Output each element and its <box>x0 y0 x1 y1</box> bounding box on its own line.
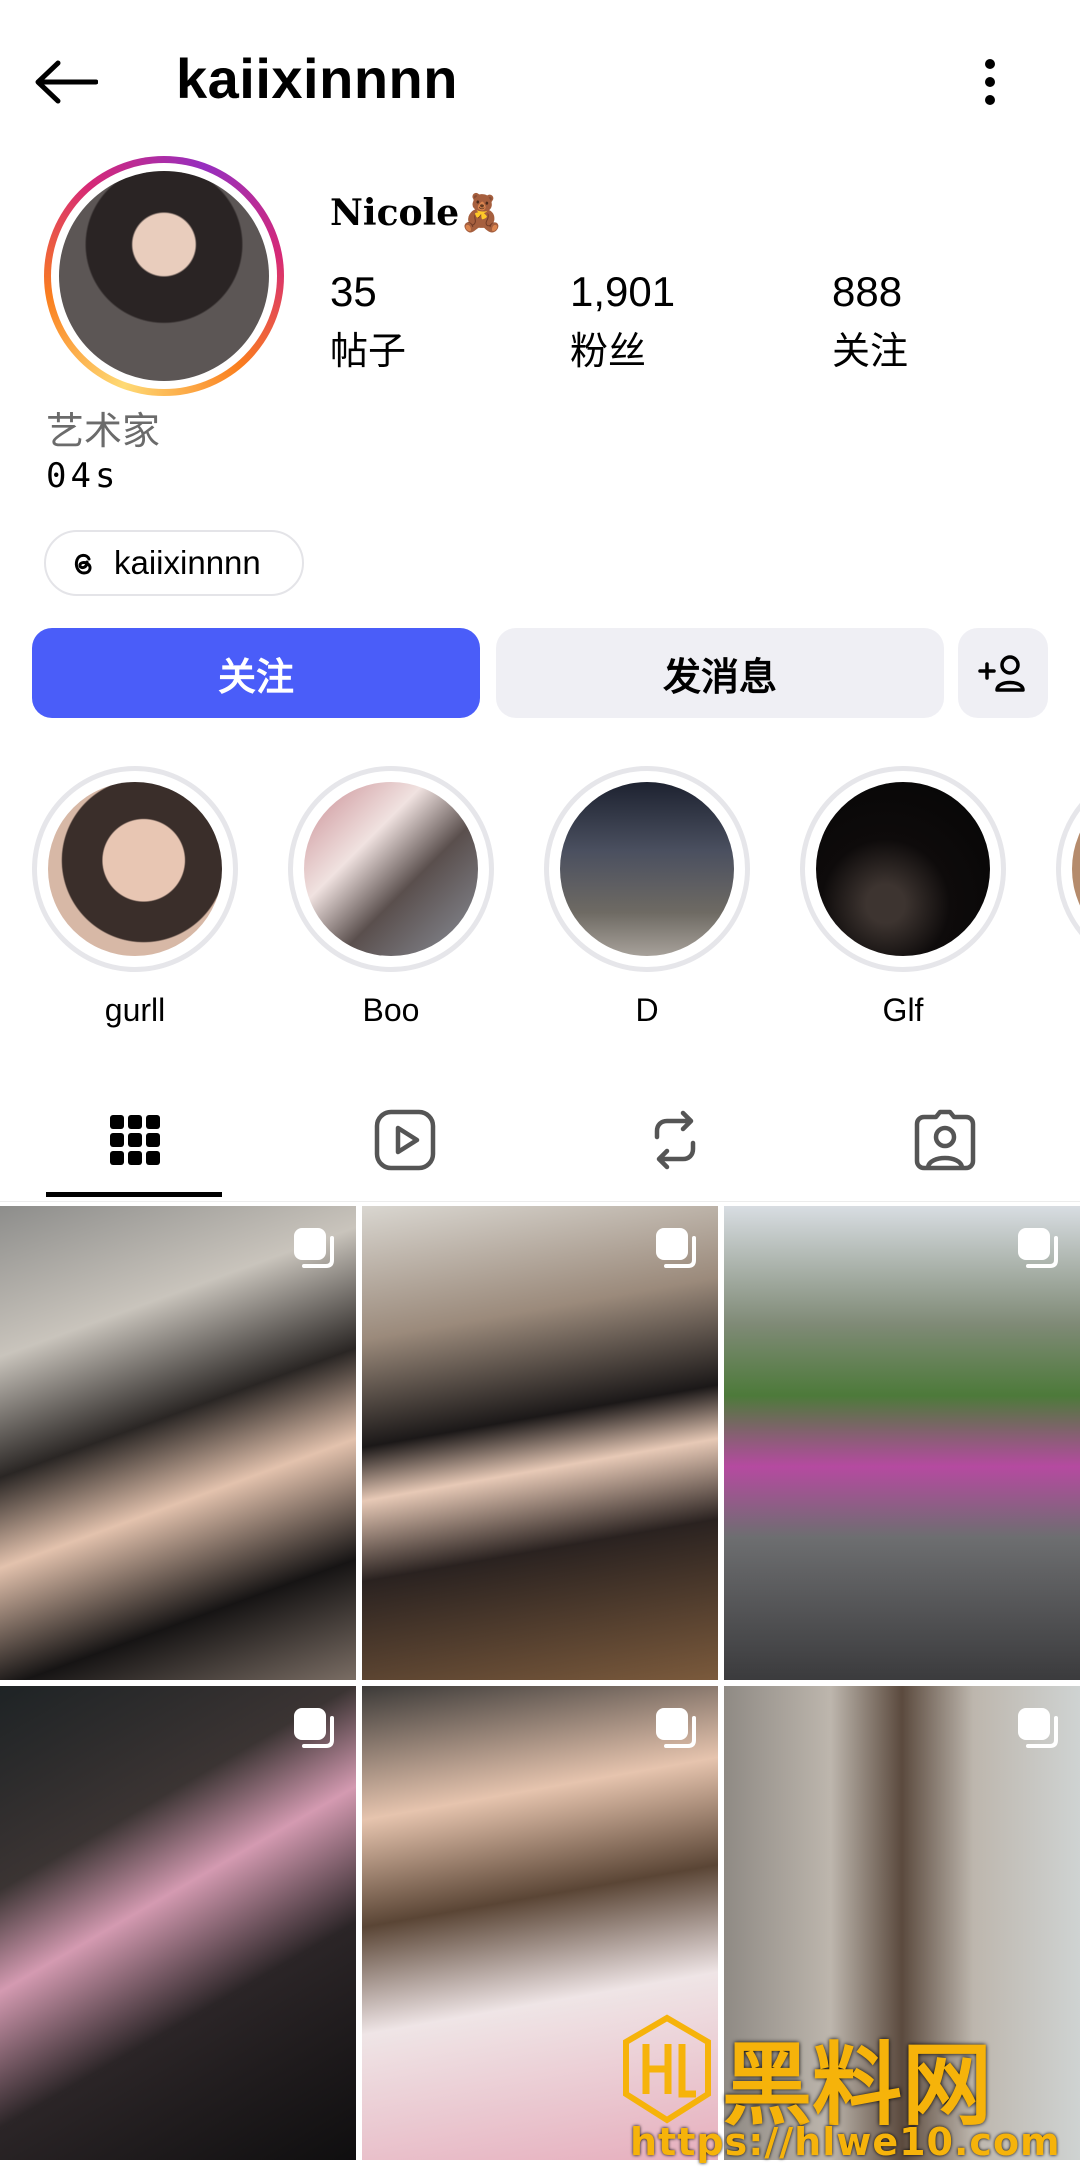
more-vertical-icon <box>985 59 995 105</box>
profile-category: 艺术家 <box>46 411 161 453</box>
post-thumbnail[interactable] <box>362 1206 718 1680</box>
tab-tagged[interactable] <box>810 1082 1080 1198</box>
watermark: 黑料网 https://hlwe10.com <box>622 2010 1072 2170</box>
stat-following-value: 888 <box>832 268 903 315</box>
reels-icon <box>374 1109 436 1171</box>
stat-followers[interactable]: 1,901 粉丝 <box>570 268 675 375</box>
back-button[interactable] <box>28 44 104 120</box>
highlight-item[interactable]: Boo <box>288 766 494 1029</box>
highlight-ring <box>32 766 238 972</box>
arrow-left-icon <box>35 60 98 104</box>
reposts-icon <box>654 1110 696 1170</box>
highlight-item[interactable]: gurll <box>32 766 238 1029</box>
stat-following[interactable]: 888 关注 <box>832 268 908 375</box>
grid-icon <box>110 1115 160 1165</box>
highlight-cover <box>560 782 734 956</box>
highlight-ring <box>288 766 494 972</box>
highlight-label: D <box>635 992 659 1028</box>
post-thumbnail[interactable] <box>724 1206 1080 1680</box>
story-ring[interactable] <box>44 156 284 396</box>
page-title: kaiixinnnn <box>176 47 458 110</box>
tab-reposts[interactable] <box>540 1082 810 1198</box>
highlight-item[interactable] <box>1056 766 1080 972</box>
follow-button[interactable]: 关注 <box>32 628 480 718</box>
add-person-icon <box>978 655 1025 692</box>
highlight-ring <box>544 766 750 972</box>
highlight-cover <box>304 782 478 956</box>
tagged-icon <box>914 1109 976 1171</box>
post-thumbnail[interactable] <box>0 1686 356 2160</box>
story-highlights: gurll Boo D Glf <box>0 766 1080 1029</box>
highlight-item[interactable]: Glf <box>800 766 1006 1029</box>
stat-posts[interactable]: 35 帖子 <box>330 268 406 375</box>
stat-posts-label: 帖子 <box>330 331 407 373</box>
stat-followers-label: 粉丝 <box>570 331 647 373</box>
carousel-icon <box>656 1228 696 1268</box>
watermark-url: https://hlwe10.com <box>630 2120 1061 2164</box>
stat-followers-value: 1,901 <box>570 268 676 315</box>
carousel-icon <box>1018 1708 1058 1748</box>
profile-stats: 35 帖子 1,901 粉丝 888 关注 <box>330 268 1030 378</box>
suggested-users-button[interactable] <box>958 628 1048 718</box>
threads-link[interactable]: kaiixinnnn <box>44 530 304 596</box>
highlight-ring <box>800 766 1006 972</box>
highlight-ring <box>1056 766 1080 972</box>
tab-posts-grid[interactable] <box>0 1082 270 1198</box>
profile-bio: 04s <box>46 456 120 496</box>
content-tabs <box>0 1082 1080 1202</box>
post-thumbnail[interactable] <box>0 1206 356 1680</box>
display-name: Nicole🧸 <box>330 192 504 234</box>
tab-reels[interactable] <box>270 1082 540 1198</box>
carousel-icon <box>1018 1228 1058 1268</box>
more-options-button[interactable] <box>960 44 1020 120</box>
highlight-label: Glf <box>882 992 924 1028</box>
top-bar: kaiixinnnn <box>0 0 1080 160</box>
profile-page: kaiixinnnn Nicole🧸 35 帖子 1,901 粉丝 888 关注… <box>0 0 1080 2170</box>
stat-following-label: 关注 <box>832 331 909 373</box>
carousel-icon <box>294 1228 334 1268</box>
highlight-cover <box>816 782 990 956</box>
avatar-frame <box>51 163 277 389</box>
carousel-icon <box>294 1708 334 1748</box>
avatar <box>59 171 269 381</box>
carousel-icon <box>656 1708 696 1748</box>
threads-icon <box>74 553 92 575</box>
highlight-cover <box>1072 782 1080 956</box>
highlight-cover <box>48 782 222 956</box>
watermark-logo-icon <box>623 2014 711 2124</box>
message-button[interactable]: 发消息 <box>496 628 944 718</box>
highlight-label: Boo <box>362 992 420 1028</box>
highlight-label: gurll <box>104 992 166 1028</box>
highlight-item[interactable]: D <box>544 766 750 1029</box>
active-tab-indicator <box>46 1192 222 1197</box>
stat-posts-value: 35 <box>330 268 377 315</box>
threads-handle: kaiixinnnn <box>114 544 261 581</box>
